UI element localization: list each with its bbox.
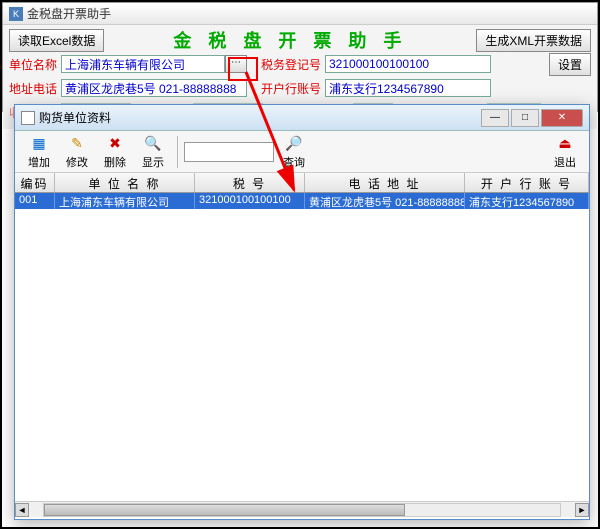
company-dialog: 购货单位资料 — □ ✕ ▦增加 ✎修改 ✖删除 🔍显示 🔎查询 ⏏退出 编码 …	[14, 104, 590, 520]
gen-xml-button[interactable]: 生成XML开票数据	[476, 29, 591, 52]
edit-icon: ✎	[67, 134, 87, 154]
search-icon: 🔎	[284, 134, 304, 154]
delete-icon: ✖	[105, 134, 125, 154]
dialog-titlebar: 购货单位资料 — □ ✕	[15, 105, 589, 131]
delete-button[interactable]: ✖删除	[97, 133, 133, 171]
label-company: 单位名称	[9, 56, 61, 73]
add-icon: ▦	[29, 134, 49, 154]
cell-name: 上海浦东车辆有限公司	[55, 193, 195, 209]
settings-button[interactable]: 设置	[549, 53, 591, 76]
label-addr: 地址电话	[9, 80, 61, 97]
cell-addr: 黄浦区龙虎巷5号 021-88888888	[305, 193, 465, 209]
label-taxno: 税务登记号	[261, 56, 325, 73]
edit-button[interactable]: ✎修改	[59, 133, 95, 171]
table-header: 编码 单 位 名 称 税 号 电 话 地 址 开 户 行 账 号	[15, 173, 589, 193]
add-button[interactable]: ▦增加	[21, 133, 57, 171]
dialog-title: 购货单位资料	[39, 109, 111, 126]
label-bank: 开户行账号	[261, 80, 325, 97]
scroll-right-button[interactable]: ►	[575, 503, 589, 517]
scroll-track[interactable]	[43, 503, 561, 517]
col-addr[interactable]: 电 话 地 址	[305, 173, 465, 192]
company-input[interactable]	[61, 55, 225, 73]
col-code[interactable]: 编码	[15, 173, 55, 192]
main-window: K 金税盘开票助手 读取Excel数据 金 税 盘 开 票 助 手 生成XML开…	[2, 2, 598, 112]
app-icon: K	[9, 7, 23, 21]
minimize-button[interactable]: —	[481, 109, 509, 127]
bank-input[interactable]	[325, 79, 491, 97]
cell-code: 001	[15, 193, 55, 209]
maximize-button[interactable]: □	[511, 109, 539, 127]
taxno-input[interactable]	[325, 55, 491, 73]
show-button[interactable]: 🔍显示	[135, 133, 171, 171]
exit-icon: ⏏	[555, 134, 575, 154]
main-titlebar: K 金税盘开票助手	[3, 3, 597, 25]
col-taxno[interactable]: 税 号	[195, 173, 305, 192]
col-bank[interactable]: 开 户 行 账 号	[465, 173, 589, 192]
cell-bank: 浦东支行1234567890	[465, 193, 589, 209]
horizontal-scrollbar[interactable]: ◄ ►	[15, 501, 589, 517]
company-lookup-button[interactable]: ⋯	[225, 55, 247, 73]
app-title-text: 金 税 盘 开 票 助 手	[104, 27, 476, 53]
company-table: 编码 单 位 名 称 税 号 电 话 地 址 开 户 行 账 号 001 上海浦…	[15, 173, 589, 501]
table-row[interactable]: 001 上海浦东车辆有限公司 321000100100100 黄浦区龙虎巷5号 …	[15, 193, 589, 209]
dialog-icon	[21, 111, 35, 125]
main-title: 金税盘开票助手	[27, 5, 111, 22]
scroll-left-button[interactable]: ◄	[15, 503, 29, 517]
close-button[interactable]: ✕	[541, 109, 583, 127]
search-button[interactable]: 🔎查询	[276, 133, 312, 171]
scroll-thumb[interactable]	[44, 504, 405, 516]
cell-taxno: 321000100100100	[195, 193, 305, 209]
dialog-toolbar: ▦增加 ✎修改 ✖删除 🔍显示 🔎查询 ⏏退出	[15, 131, 589, 173]
col-name[interactable]: 单 位 名 称	[55, 173, 195, 192]
exit-button[interactable]: ⏏退出	[547, 133, 583, 171]
read-excel-button[interactable]: 读取Excel数据	[9, 29, 104, 52]
table-body: 001 上海浦东车辆有限公司 321000100100100 黄浦区龙虎巷5号 …	[15, 193, 589, 501]
toolbar-separator	[177, 136, 178, 168]
search-input[interactable]	[184, 142, 274, 162]
addr-input[interactable]	[61, 79, 247, 97]
show-icon: 🔍	[143, 134, 163, 154]
